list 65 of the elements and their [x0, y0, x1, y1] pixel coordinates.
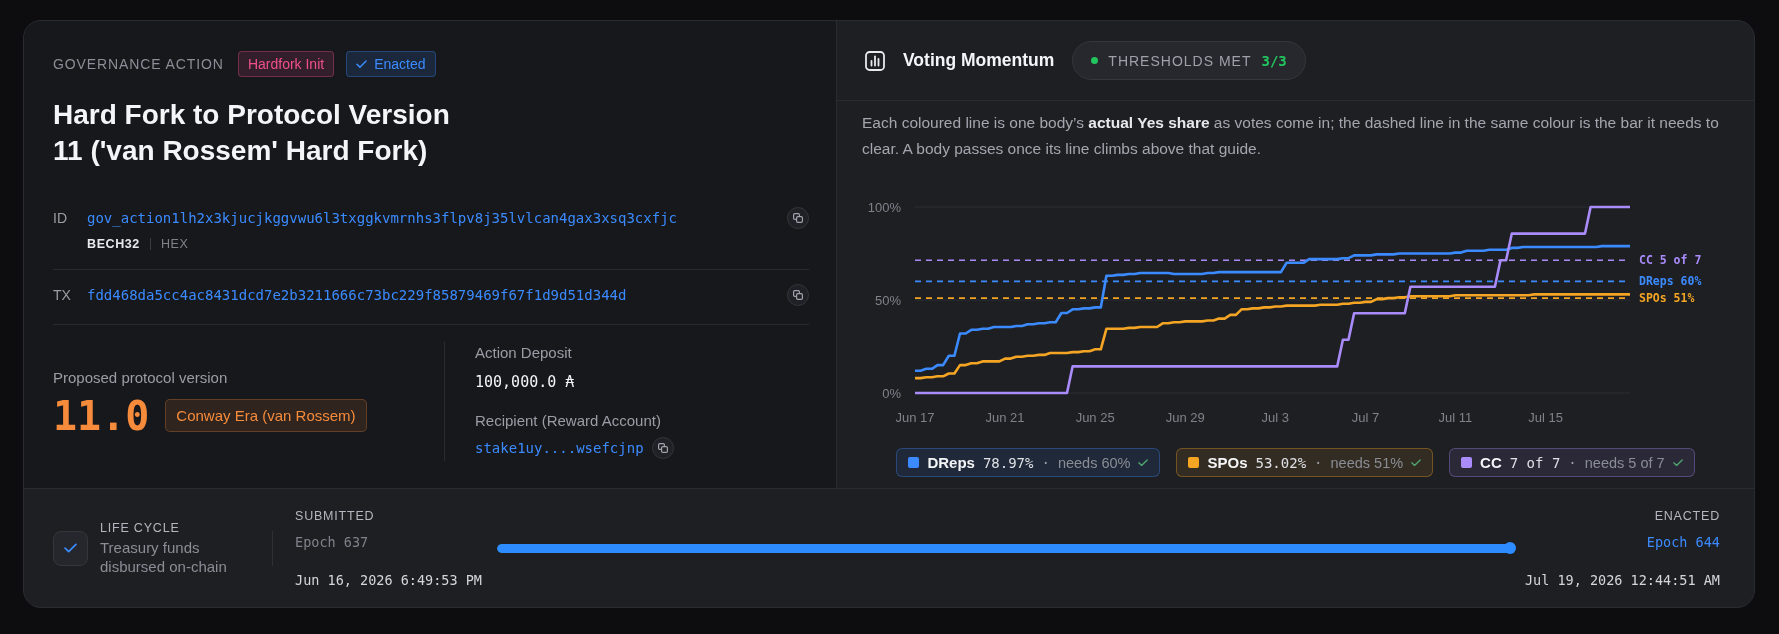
copy-icon: [793, 213, 803, 223]
axis-label: Jun 21: [985, 410, 1025, 425]
chart-description: Each coloured line is one body’s actual Yes share as votes come in; the dashed line in the same colour is the bar it needs to clear. A body passes once its line climbs above that guide.: [861, 113, 1720, 159]
body-name: SPOs: [1207, 454, 1248, 471]
separator-dot: ·: [1568, 454, 1577, 471]
field-label: TX: [53, 287, 72, 303]
axis-label: 50%: [874, 292, 901, 308]
bar-chart-icon: [865, 50, 885, 71]
axis-label: 100%: [867, 199, 901, 215]
field-label: Action Deposit: [475, 343, 573, 363]
milestone-date: Jul 19, 2026 12:44:51 AM: [1524, 571, 1720, 589]
check-tile-icon: [53, 530, 88, 566]
body-name: DReps: [927, 454, 975, 471]
separator-dot: ·: [1041, 454, 1050, 471]
axis-label: Jun 29: [1165, 410, 1205, 425]
axis-label: Jun 25: [1075, 410, 1115, 425]
panel-title: Voting Momentum: [903, 50, 1055, 71]
field-label: Recipient (Reward Account): [475, 411, 662, 431]
milestone-date: Jun 16, 2026 6:49:53 PM: [295, 571, 482, 589]
threshold-label: SPOs 51%: [1639, 291, 1695, 306]
epoch-link[interactable]: Epoch 644: [1524, 533, 1720, 551]
threshold-label: DReps 60%: [1639, 274, 1702, 289]
section-label: LIFE CYCLE: [100, 520, 181, 535]
separator-dot: ·: [1314, 454, 1323, 471]
milestone-label: SUBMITTED: [295, 508, 376, 525]
action-title: Hard Fork to Protocol Version 11 ('van Rossem' Hard Fork): [53, 98, 451, 168]
axis-label: Jul 7: [1351, 410, 1380, 425]
field-label: ID: [53, 210, 68, 226]
threshold-label: CC 5 of 7: [1639, 253, 1702, 268]
field-label: Proposed protocol version: [53, 367, 229, 388]
threshold-needed: needs 60%: [1057, 454, 1131, 471]
address-link[interactable]: stake1uy....wsefcjnp: [475, 440, 644, 456]
threshold-needed: needs 5 of 7: [1584, 454, 1665, 471]
milestone-label: ENACTED: [1653, 508, 1720, 525]
type-tag: Hardfork Init: [237, 51, 335, 77]
share-value: 78.97%: [982, 454, 1034, 471]
body-name: CC: [1480, 454, 1502, 471]
status-dot-icon: [1091, 57, 1099, 64]
threshold-needed: needs 51%: [1330, 454, 1404, 471]
format-tab[interactable]: HEX: [160, 237, 189, 251]
share-value: 53.02%: [1255, 454, 1307, 471]
axis-label: 0%: [882, 385, 901, 401]
epoch-label: Epoch 637: [295, 533, 370, 551]
status-label: THRESHOLDS MET: [1108, 52, 1252, 69]
era-tag: Conway Era (van Rossem): [165, 399, 367, 432]
axis-label: Jul 15: [1528, 410, 1563, 425]
status-count: 3/3: [1261, 52, 1287, 69]
axis-label: Jul 11: [1438, 410, 1473, 425]
axis-label: Jul 3: [1261, 410, 1290, 425]
copy-button[interactable]: [787, 284, 809, 306]
section-label: GOVERNANCE ACTION: [53, 56, 224, 72]
deposit-amount: 100,000.0 ₳: [475, 372, 576, 392]
life-cycle-description: Treasury funds disbursed on-chain: [100, 537, 228, 576]
copy-button[interactable]: [651, 437, 674, 459]
hash-link[interactable]: fdd468da5cc4ac8431dcd7e2b3211666c73bc229f85879469f67f1d9d51d344d: [87, 287, 627, 303]
copy-icon: [793, 290, 803, 300]
version-number: 11.0: [53, 395, 150, 436]
hash-link[interactable]: gov_action1lh2x3kjucjkggvwu6l3txggkvmrnhs3flpv8j35lvlcan4gax3xsq3cxfjc: [87, 210, 677, 226]
check-icon: [356, 59, 368, 69]
axis-label: Jun 17: [895, 410, 935, 425]
share-value: 7 of 7: [1509, 454, 1561, 471]
copy-button[interactable]: [787, 207, 809, 229]
copy-icon: [657, 443, 668, 453]
format-tab[interactable]: BECH32: [87, 237, 140, 251]
tag-label: Enacted: [374, 56, 426, 72]
